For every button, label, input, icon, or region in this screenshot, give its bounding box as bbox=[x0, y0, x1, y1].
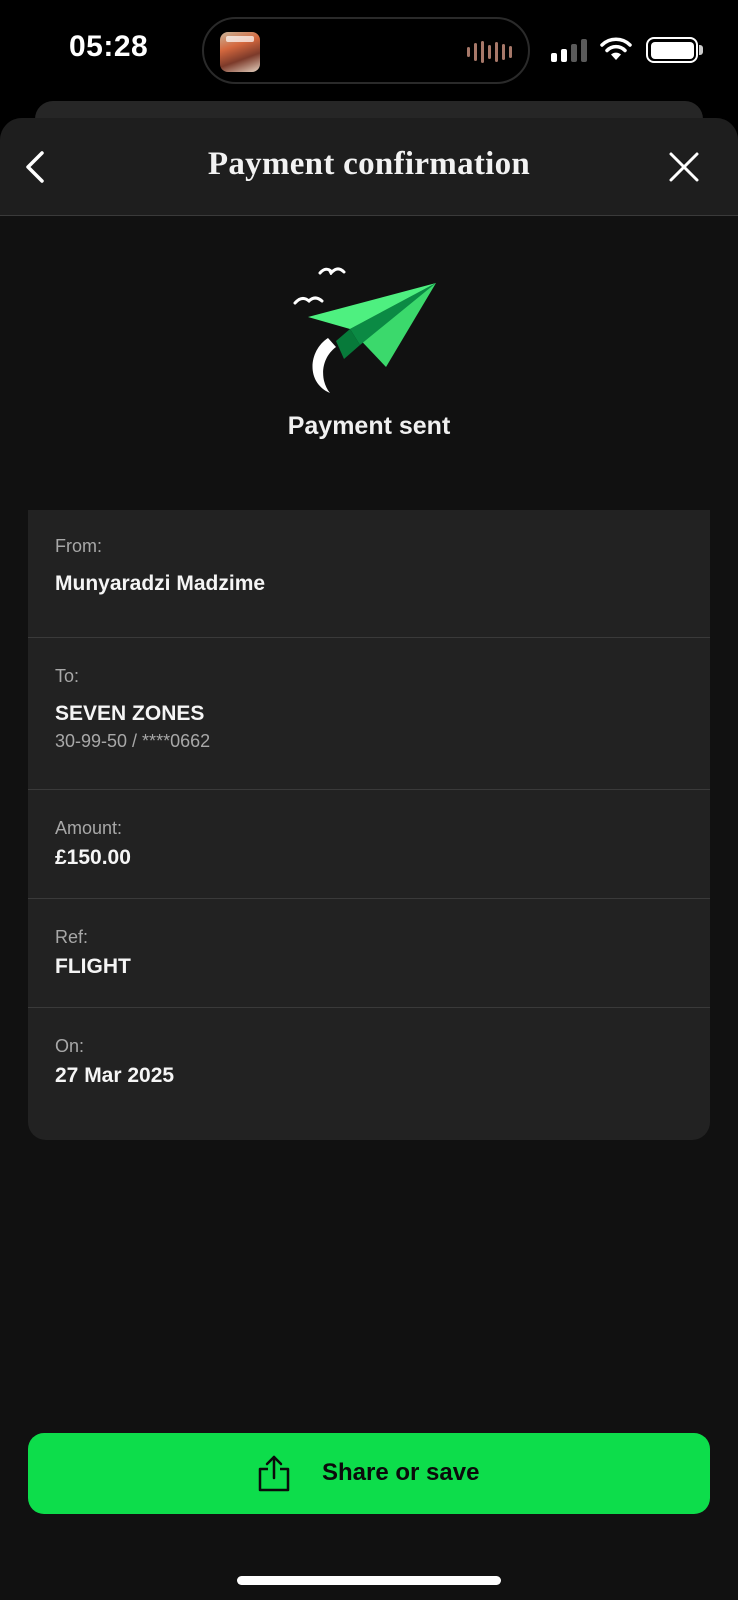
detail-row-ref: Ref: FLIGHT bbox=[28, 899, 710, 1008]
page-title: Payment confirmation bbox=[207, 146, 531, 182]
close-icon[interactable] bbox=[664, 145, 704, 189]
from-value: Munyaradzi Madzime bbox=[55, 572, 266, 595]
share-icon bbox=[258, 1455, 290, 1492]
battery-icon bbox=[646, 37, 698, 63]
payment-details-card: From: Munyaradzi Madzime To: SEVEN ZONES… bbox=[28, 510, 710, 1140]
detail-row-on: On: 27 Mar 2025 bbox=[28, 1008, 710, 1140]
nav-header: Payment confirmation bbox=[0, 118, 738, 216]
share-or-save-button[interactable]: Share or save bbox=[28, 1433, 710, 1514]
amount-label: Amount: bbox=[55, 818, 123, 838]
now-playing-art bbox=[220, 32, 260, 72]
paper-plane-icon bbox=[293, 267, 436, 393]
ref-value: FLIGHT bbox=[55, 955, 131, 978]
on-value: 27 Mar 2025 bbox=[55, 1064, 175, 1087]
status-bar: 05:28 bbox=[0, 0, 738, 100]
dynamic-island[interactable] bbox=[202, 17, 530, 84]
ref-label: Ref: bbox=[55, 927, 89, 947]
signal-icon bbox=[551, 38, 587, 62]
detail-row-to: To: SEVEN ZONES 30-99-50 / ****0662 bbox=[28, 638, 710, 790]
detail-row-from: From: Munyaradzi Madzime bbox=[28, 510, 710, 638]
detail-row-amount: Amount: £150.00 bbox=[28, 790, 710, 899]
wifi-icon bbox=[600, 37, 632, 60]
modal-sheet: Payment confirmation Payment sent From: … bbox=[0, 118, 738, 1600]
to-value: SEVEN ZONES bbox=[55, 702, 205, 725]
battery-fill bbox=[650, 41, 694, 59]
home-indicator[interactable] bbox=[237, 1576, 501, 1585]
share-label: Share or save bbox=[322, 1459, 480, 1486]
battery-cap bbox=[699, 45, 703, 55]
from-label: From: bbox=[55, 536, 102, 556]
on-label: On: bbox=[55, 1036, 85, 1056]
waveform-icon bbox=[467, 41, 512, 63]
to-label: To: bbox=[55, 666, 80, 686]
payment-confirmation-screen: 05:28 Payment confirmation Payment sent … bbox=[0, 0, 738, 1600]
payment-status: Payment sent bbox=[287, 412, 451, 440]
to-account: 30-99-50 / ****0662 bbox=[55, 731, 211, 751]
amount-value: £150.00 bbox=[55, 846, 131, 869]
status-time: 05:28 bbox=[69, 30, 149, 63]
